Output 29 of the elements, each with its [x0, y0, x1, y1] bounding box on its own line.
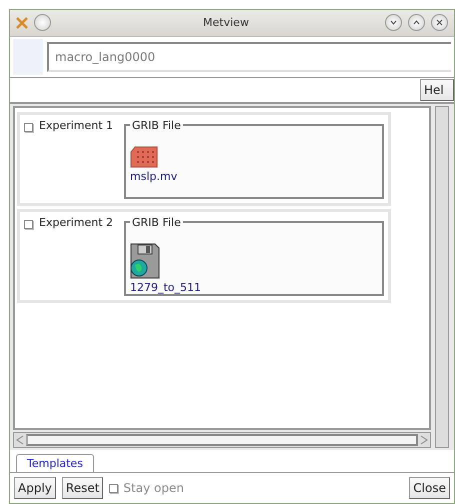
name-field[interactable]: macro_lang0000 — [47, 42, 451, 72]
scroll-right-icon[interactable] — [420, 435, 428, 446]
checkbox-label: Stay open — [123, 481, 184, 496]
reset-button[interactable]: Reset — [62, 477, 104, 500]
close-dialog-button[interactable]: Close — [409, 477, 450, 500]
tab[interactable]: Templates — [16, 454, 94, 472]
window-title: Metview — [202, 16, 250, 30]
checkbox[interactable] — [24, 122, 33, 132]
maximize-button[interactable] — [408, 14, 425, 32]
grid-file-icon[interactable] — [130, 146, 158, 168]
minimize-button[interactable] — [385, 14, 402, 32]
experiment-label: Experiment 2 — [39, 216, 114, 229]
close-icon — [436, 19, 443, 26]
checkbox[interactable] — [109, 484, 118, 493]
window-menu-button[interactable] — [34, 14, 51, 32]
scroll-left-icon[interactable] — [16, 435, 24, 446]
group-title: GRIB File — [131, 118, 182, 132]
file-name[interactable]: 1279_to_511 — [130, 280, 202, 294]
chevron-down-icon — [390, 20, 397, 26]
experiment-label: Experiment 1 — [39, 118, 114, 132]
floppy-disk-globe-icon[interactable] — [130, 242, 160, 279]
help-button[interactable]: Hel — [420, 78, 454, 101]
group-title: GRIB File — [131, 216, 182, 229]
app-logo-icon — [16, 16, 28, 29]
apply-button[interactable]: Apply — [14, 477, 56, 500]
chevron-up-icon — [413, 20, 420, 26]
file-name[interactable]: mslp.mv — [130, 170, 178, 183]
checkbox[interactable] — [24, 220, 33, 229]
close-button[interactable] — [431, 14, 448, 32]
